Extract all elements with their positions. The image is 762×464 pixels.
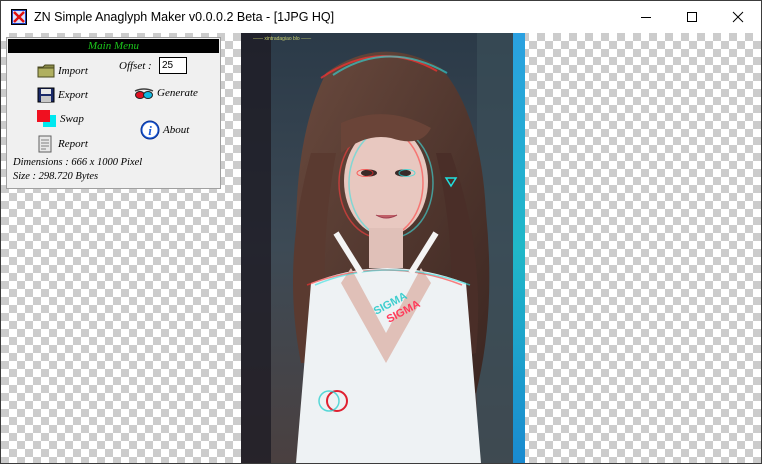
report-label: Report (58, 138, 88, 150)
export-button[interactable]: Export (37, 87, 88, 103)
maximize-button[interactable] (669, 1, 715, 33)
import-button[interactable]: Import (37, 63, 88, 79)
offset-label: Offset : (119, 60, 152, 72)
app-icon (11, 9, 27, 25)
maximize-icon (687, 12, 697, 22)
generate-label: Generate (157, 87, 198, 99)
close-icon (732, 11, 744, 23)
export-label: Export (58, 89, 88, 101)
title-bar[interactable]: ZN Simple Anaglyph Maker v0.0.0.2 Beta -… (1, 1, 761, 33)
info-icon: i (140, 120, 160, 140)
image-watermark: —— xintradagiao blo —— (253, 36, 311, 42)
anaglyph-photo: SIGMA SIGMA —— xintradagiao blo —— (241, 33, 525, 463)
main-menu-header: Main Menu (8, 39, 219, 53)
folder-icon (37, 64, 55, 78)
swap-label: Swap (60, 113, 84, 125)
swap-button[interactable]: Swap (37, 110, 84, 128)
main-menu-panel: Main Menu Import Export Swap Report Offs… (6, 37, 221, 189)
generate-button[interactable]: Generate (134, 86, 198, 100)
anaglyph-glasses-icon (134, 88, 154, 99)
swap-colors-icon (37, 110, 56, 127)
app-window: ZN Simple Anaglyph Maker v0.0.0.2 Beta -… (0, 0, 762, 464)
report-document-icon (38, 135, 52, 153)
window-title: ZN Simple Anaglyph Maker v0.0.0.2 Beta -… (34, 10, 335, 24)
dimensions-text: Dimensions : 666 x 1000 Pixel (13, 157, 143, 168)
svg-text:i: i (148, 123, 152, 138)
minimize-button[interactable] (623, 1, 669, 33)
report-button[interactable]: Report (37, 135, 88, 153)
minimize-icon (641, 17, 651, 18)
floppy-disk-icon (37, 87, 55, 103)
about-button[interactable]: i About (140, 120, 189, 140)
file-size-text: Size : 298.720 Bytes (13, 171, 99, 182)
import-label: Import (58, 65, 88, 77)
offset-input[interactable] (159, 57, 187, 74)
transparency-canvas: SIGMA SIGMA —— xintradagiao blo —— Main … (1, 33, 761, 463)
close-button[interactable] (715, 1, 761, 33)
about-label: About (163, 124, 190, 136)
